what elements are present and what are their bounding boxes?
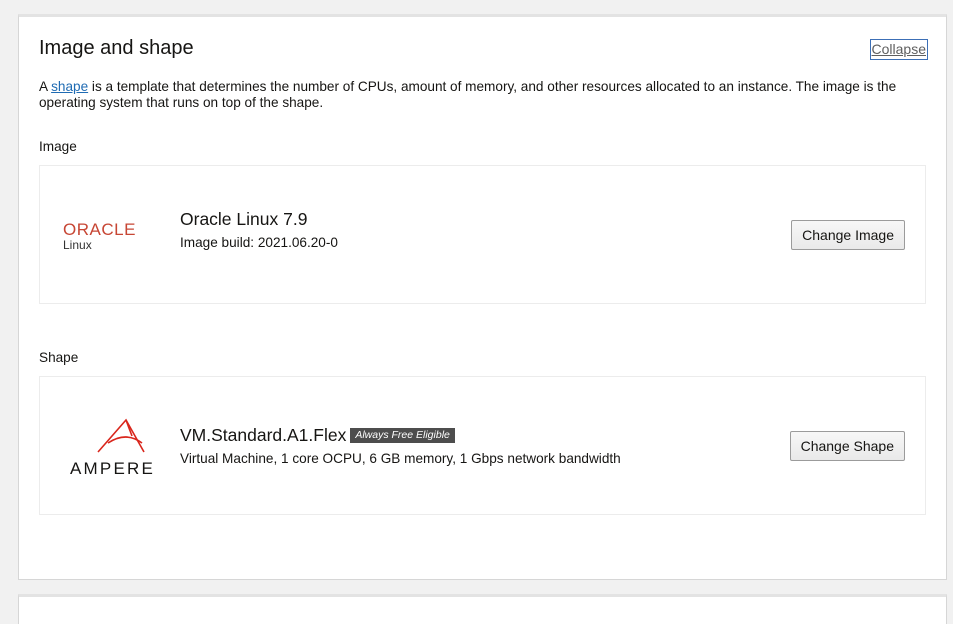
image-build: Image build: 2021.06.20-0 [180, 235, 338, 250]
image-section-label: Image [39, 139, 77, 154]
description-text: is a template that determines the number… [39, 79, 897, 110]
change-shape-button[interactable]: Change Shape [789, 431, 905, 461]
image-name: Oracle Linux 7.9 [180, 209, 308, 229]
shape-name: VM.Standard.A1.Flex [180, 425, 347, 445]
oracle-logo-subtext: Linux [63, 238, 92, 252]
section-title: Image and shape [39, 37, 194, 59]
shape-name-row: VM.Standard.A1.Flex Always Free Eligible [180, 425, 455, 446]
oracle-linux-logo: ORACLE Linux [40, 166, 180, 303]
shape-details: Virtual Machine, 1 core OCPU, 6 GB memor… [180, 451, 621, 466]
oracle-logo-wordmark: ORACLE [63, 220, 136, 239]
shape-help-link[interactable]: shape [51, 79, 88, 94]
image-and-shape-panel: Image and shape Collapse A shape is a te… [18, 14, 947, 580]
shape-card: AMPERE VM.Standard.A1.Flex Always Free El… [39, 376, 926, 515]
collapse-link[interactable]: Collapse [869, 39, 928, 60]
section-description: A shape is a template that determines th… [39, 79, 919, 111]
ampere-mark-icon [97, 418, 145, 453]
always-free-badge: Always Free Eligible [350, 428, 455, 443]
shape-section-label: Shape [39, 350, 79, 365]
ampere-logo: AMPERE [40, 377, 180, 514]
image-card: ORACLE Linux Oracle Linux 7.9 Image buil… [39, 165, 926, 304]
description-prefix: A [39, 79, 52, 94]
change-image-button[interactable]: Change Image [791, 220, 905, 250]
ampere-logo-wordmark: AMPERE [70, 459, 155, 478]
next-panel-edge [18, 594, 947, 624]
